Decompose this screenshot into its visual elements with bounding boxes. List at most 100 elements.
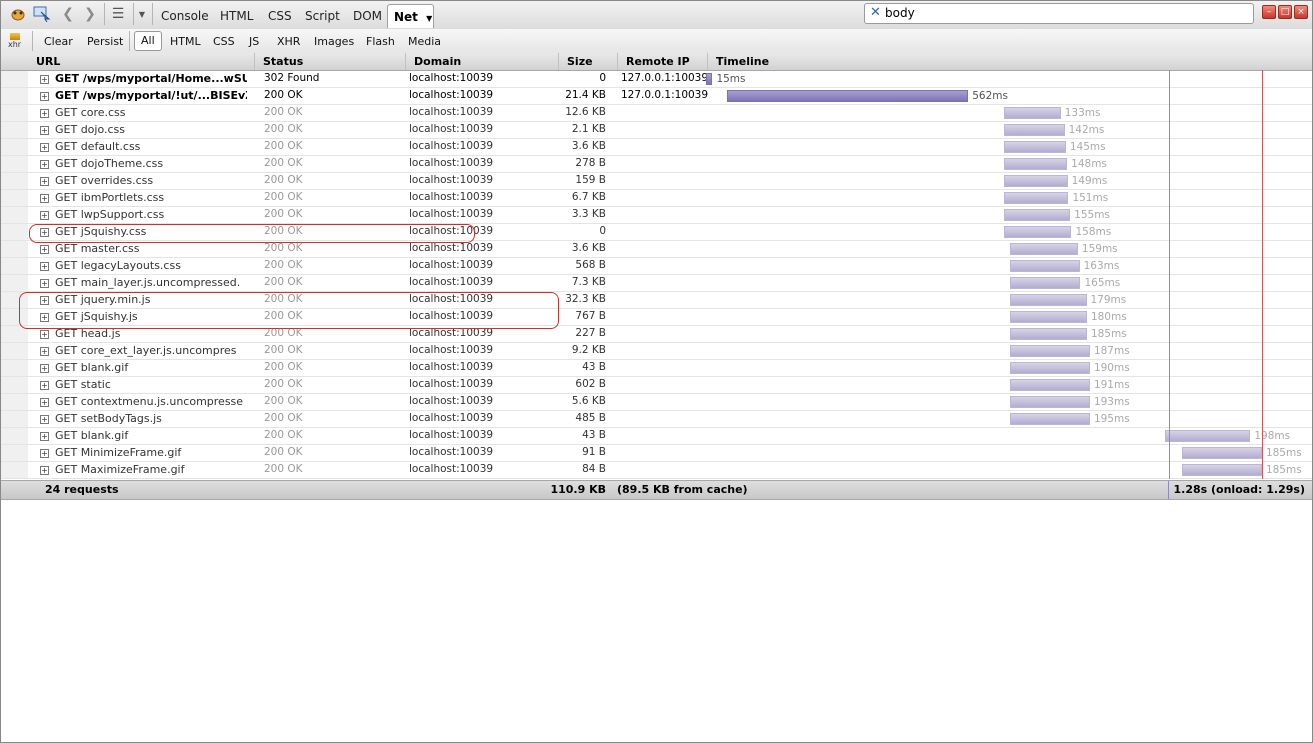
request-url[interactable]: GET /wps/myportal/Home...wSUF <box>55 72 247 85</box>
request-url[interactable]: GET blank.gif <box>55 429 247 442</box>
column-size[interactable]: Size <box>559 53 618 70</box>
filter-images[interactable]: Images <box>314 33 354 50</box>
expand-icon[interactable]: + <box>40 330 49 339</box>
expand-icon[interactable]: + <box>40 160 49 169</box>
timeline-bar[interactable] <box>1009 379 1090 391</box>
expand-icon[interactable]: + <box>40 279 49 288</box>
timeline-bar[interactable] <box>1009 345 1090 357</box>
request-url[interactable]: GET contextmenu.js.uncompresse <box>55 395 247 408</box>
request-url[interactable]: GET blank.gif <box>55 361 247 374</box>
tab-css[interactable]: CSS <box>266 6 294 27</box>
tab-html[interactable]: HTML <box>218 6 255 27</box>
timeline-bar[interactable] <box>1003 158 1068 170</box>
table-row[interactable]: + GET master.css 200 OK localhost:10039 3.6 … <box>0 241 1313 258</box>
table-row[interactable]: + GET MinimizeFrame.gif 200 OK localhost:10… <box>0 445 1313 462</box>
list-icon[interactable]: ☰ <box>108 4 128 24</box>
expand-icon[interactable]: + <box>40 211 49 220</box>
firebug-icon[interactable] <box>8 4 28 24</box>
request-url[interactable]: GET core_ext_layer.js.uncompres <box>55 344 247 357</box>
back-icon[interactable]: ❮ <box>58 4 78 24</box>
request-url[interactable]: GET MaximizeFrame.gif <box>55 463 247 476</box>
column-timeline[interactable]: Timeline <box>708 53 1313 70</box>
tab-console[interactable]: Console <box>159 6 211 27</box>
expand-icon[interactable]: + <box>40 109 49 118</box>
filter-css[interactable]: CSS <box>213 33 235 50</box>
expand-icon[interactable]: + <box>40 432 49 441</box>
table-row[interactable]: + GET static 200 OK localhost:10039 602 B 191… <box>0 377 1313 394</box>
expand-icon[interactable]: + <box>40 92 49 101</box>
request-url[interactable]: GET setBodyTags.js <box>55 412 247 425</box>
forward-icon[interactable]: ❯ <box>80 4 100 24</box>
request-url[interactable]: GET ibmPortlets.css <box>55 191 247 204</box>
clear-button[interactable]: Clear <box>44 33 73 50</box>
expand-icon[interactable]: + <box>40 143 49 152</box>
timeline-bar[interactable] <box>1009 413 1090 425</box>
expand-icon[interactable]: + <box>40 398 49 407</box>
table-row[interactable]: + GET dojoTheme.css 200 OK localhost:10039 2… <box>0 156 1313 173</box>
expand-icon[interactable]: + <box>40 245 49 254</box>
filter-all[interactable]: All <box>134 31 162 51</box>
tab-script[interactable]: Script <box>303 6 342 27</box>
table-row[interactable]: + GET /wps/myportal/Home...wSUF 302 Found l… <box>0 71 1313 88</box>
timeline-bar[interactable] <box>1009 328 1087 340</box>
xhr-icon[interactable]: xhr <box>8 33 24 49</box>
request-url[interactable]: GET legacyLayouts.css <box>55 259 247 272</box>
timeline-bar[interactable] <box>726 90 969 102</box>
table-row[interactable]: + GET MaximizeFrame.gif 200 OK localhost:10… <box>0 462 1313 479</box>
filter-js[interactable]: JS <box>249 33 259 50</box>
expand-icon[interactable]: + <box>40 449 49 458</box>
dropdown-icon[interactable]: ▼ <box>136 4 148 24</box>
timeline-bar[interactable] <box>1003 124 1065 136</box>
timeline-bar[interactable] <box>1009 260 1080 272</box>
table-row[interactable]: + GET lwpSupport.css 200 OK localhost:10039… <box>0 207 1313 224</box>
filter-media[interactable]: Media <box>408 33 441 50</box>
expand-icon[interactable]: + <box>40 177 49 186</box>
timeline-bar[interactable] <box>1009 362 1090 374</box>
filter-flash[interactable]: Flash <box>366 33 395 50</box>
timeline-bar[interactable] <box>1003 209 1071 221</box>
timeline-bar[interactable] <box>1009 277 1081 289</box>
timeline-bar[interactable] <box>1165 430 1251 442</box>
timeline-bar[interactable] <box>1003 192 1069 204</box>
timeline-bar[interactable] <box>1003 141 1066 153</box>
filter-xhr[interactable]: XHR <box>277 33 300 50</box>
table-row[interactable]: + GET ibmPortlets.css 200 OK localhost:1003… <box>0 190 1313 207</box>
persist-button[interactable]: Persist <box>87 33 123 50</box>
request-url[interactable]: GET overrides.css <box>55 174 247 187</box>
tab-net[interactable]: Net ▼ <box>387 4 434 28</box>
clear-search-icon[interactable]: ✕ <box>870 5 881 20</box>
filter-html[interactable]: HTML <box>170 33 201 50</box>
request-url[interactable]: GET core.css <box>55 106 247 119</box>
request-url[interactable]: GET MinimizeFrame.gif <box>55 446 247 459</box>
column-url[interactable]: URL <box>28 53 255 70</box>
expand-icon[interactable]: + <box>40 381 49 390</box>
table-row[interactable]: + GET contextmenu.js.uncompresse 200 OK loc… <box>0 394 1313 411</box>
timeline-bar[interactable] <box>1003 175 1068 187</box>
expand-icon[interactable]: + <box>40 466 49 475</box>
table-row[interactable]: + GET blank.gif 200 OK localhost:10039 43 B 1… <box>0 360 1313 377</box>
table-row[interactable]: + GET core_ext_layer.js.uncompres 200 OK lo… <box>0 343 1313 360</box>
expand-icon[interactable]: + <box>40 262 49 271</box>
column-domain[interactable]: Domain <box>406 53 559 70</box>
table-row[interactable]: + GET /wps/myportal/!ut/...BISEvZ0 200 OK l… <box>0 88 1313 105</box>
request-url[interactable]: GET main_layer.js.uncompressed. <box>55 276 247 289</box>
search-box[interactable]: ✕ body <box>864 3 1254 24</box>
request-url[interactable]: GET dojoTheme.css <box>55 157 247 170</box>
inspect-icon[interactable] <box>32 4 52 24</box>
expand-icon[interactable]: + <box>40 194 49 203</box>
expand-icon[interactable]: + <box>40 126 49 135</box>
timeline-bar[interactable] <box>1009 294 1087 306</box>
timeline-bar[interactable] <box>1003 107 1061 119</box>
table-row[interactable]: + GET default.css 200 OK localhost:10039 3.6… <box>0 139 1313 156</box>
table-row[interactable]: + GET setBodyTags.js 200 OK localhost:10039… <box>0 411 1313 428</box>
timeline-bar[interactable] <box>1009 396 1090 408</box>
request-url[interactable]: GET dojo.css <box>55 123 247 136</box>
column-status[interactable]: Status <box>255 53 406 70</box>
timeline-bar[interactable] <box>1182 447 1262 459</box>
timeline-bar[interactable] <box>1009 311 1087 323</box>
column-remote-ip[interactable]: Remote IP <box>618 53 708 70</box>
tab-dom[interactable]: DOM <box>351 6 384 27</box>
table-row[interactable]: + GET dojo.css 200 OK localhost:10039 2.1 KB… <box>0 122 1313 139</box>
search-input[interactable]: body <box>885 6 915 20</box>
request-url[interactable]: GET default.css <box>55 140 247 153</box>
